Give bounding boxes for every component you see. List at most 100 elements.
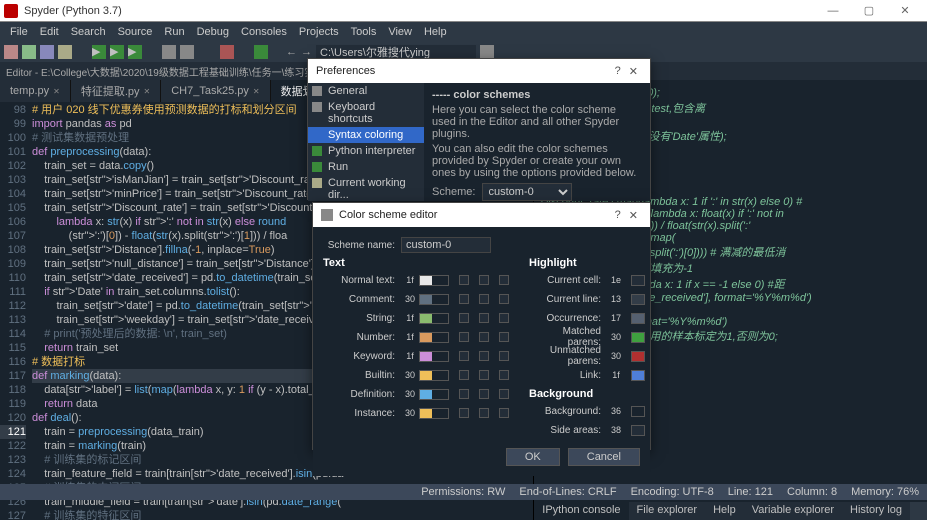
preferences-nav[interactable]: GeneralKeyboard shortcutsSyntax coloring… xyxy=(308,83,424,201)
color-swatch[interactable] xyxy=(419,313,449,324)
menu-consoles[interactable]: Consoles xyxy=(235,26,293,38)
menu-file[interactable]: File xyxy=(4,26,34,38)
style-checkbox[interactable] xyxy=(499,408,509,418)
color-swatch[interactable] xyxy=(419,275,449,286)
style-checkbox[interactable] xyxy=(459,389,469,399)
cancel-button[interactable]: Cancel xyxy=(568,448,640,466)
minimize-button[interactable]: — xyxy=(815,5,851,17)
color-swatch[interactable] xyxy=(419,351,449,362)
style-checkbox[interactable] xyxy=(459,294,469,304)
pref-nav-item[interactable]: General xyxy=(308,83,424,99)
run-icon[interactable]: ▶ xyxy=(92,45,106,59)
style-checkbox[interactable] xyxy=(499,275,509,285)
style-checkbox[interactable] xyxy=(499,294,509,304)
save-icon[interactable] xyxy=(40,45,54,59)
color-swatch[interactable] xyxy=(631,425,645,436)
preferences-dialog: Preferences ? ✕ GeneralKeyboard shortcut… xyxy=(307,58,651,200)
style-checkbox[interactable] xyxy=(499,313,509,323)
run-selection-icon[interactable]: ▶ xyxy=(128,45,142,59)
color-swatch[interactable] xyxy=(419,332,449,343)
new-file-icon[interactable] xyxy=(4,45,18,59)
close-button[interactable]: ✕ xyxy=(887,4,923,17)
scheme-select[interactable]: custom-0 xyxy=(482,183,572,201)
menu-edit[interactable]: Edit xyxy=(34,26,65,38)
menu-debug[interactable]: Debug xyxy=(191,26,235,38)
bottom-tab[interactable]: Help xyxy=(705,502,744,520)
color-swatch[interactable] xyxy=(631,313,645,324)
preferences-close-button[interactable]: ✕ xyxy=(625,65,642,78)
scheme-name-input[interactable] xyxy=(401,237,491,253)
style-checkbox[interactable] xyxy=(479,408,489,418)
tab-close-icon[interactable]: ✕ xyxy=(53,87,60,96)
style-checkbox[interactable] xyxy=(459,313,469,323)
color-swatch[interactable] xyxy=(631,294,645,305)
color-swatch[interactable] xyxy=(419,370,449,381)
color-swatch[interactable] xyxy=(419,408,449,419)
style-checkbox[interactable] xyxy=(479,275,489,285)
editor-tab[interactable]: 特征提取.py✕ xyxy=(71,80,161,102)
style-checkbox[interactable] xyxy=(459,351,469,361)
open-file-icon[interactable] xyxy=(22,45,36,59)
preferences-help-button[interactable]: ? xyxy=(611,65,625,77)
pref-nav-item[interactable]: Syntax coloring xyxy=(308,127,424,143)
style-checkbox[interactable] xyxy=(459,370,469,380)
style-checkbox[interactable] xyxy=(459,275,469,285)
nav-back-icon[interactable]: ← xyxy=(286,46,297,58)
step-icon[interactable] xyxy=(180,45,194,59)
editor-tab[interactable]: CH7_Task25.py✕ xyxy=(161,80,270,102)
menu-projects[interactable]: Projects xyxy=(293,26,345,38)
menu-view[interactable]: View xyxy=(382,26,418,38)
menu-source[interactable]: Source xyxy=(112,26,159,38)
bottom-tab[interactable]: File explorer xyxy=(629,502,706,520)
pref-nav-item[interactable]: Keyboard shortcuts xyxy=(308,99,424,127)
menu-search[interactable]: Search xyxy=(65,26,112,38)
color-swatch[interactable] xyxy=(631,351,645,362)
pref-nav-item[interactable]: Current working dir... xyxy=(308,175,424,201)
color-swatch[interactable] xyxy=(419,389,449,400)
scheme-close-button[interactable]: ✕ xyxy=(625,209,642,222)
style-checkbox[interactable] xyxy=(479,332,489,342)
save-all-icon[interactable] xyxy=(58,45,72,59)
style-checkbox[interactable] xyxy=(479,370,489,380)
pref-nav-item[interactable]: Python interpreter xyxy=(308,143,424,159)
color-swatch[interactable] xyxy=(419,294,449,305)
style-checkbox[interactable] xyxy=(499,389,509,399)
style-checkbox[interactable] xyxy=(459,408,469,418)
editor-tab[interactable]: temp.py✕ xyxy=(0,80,71,102)
color-swatch[interactable] xyxy=(631,275,645,286)
maximize-button[interactable]: ▢ xyxy=(851,4,887,17)
color-swatch[interactable] xyxy=(631,332,645,343)
style-checkbox[interactable] xyxy=(479,313,489,323)
style-checkbox[interactable] xyxy=(499,351,509,361)
bottom-tab[interactable]: IPython console xyxy=(534,502,628,520)
python-icon[interactable] xyxy=(254,45,268,59)
tab-close-icon[interactable]: ✕ xyxy=(253,87,260,96)
menu-help[interactable]: Help xyxy=(418,26,453,38)
style-checkbox[interactable] xyxy=(499,332,509,342)
style-checkbox[interactable] xyxy=(499,370,509,380)
menu-run[interactable]: Run xyxy=(158,26,190,38)
pref-desc2: You can also edit the color schemes prov… xyxy=(432,143,642,179)
ok-button[interactable]: OK xyxy=(506,448,560,466)
style-checkbox[interactable] xyxy=(459,332,469,342)
nav-fwd-icon[interactable]: → xyxy=(301,46,312,58)
prop-label: Keyword: xyxy=(323,351,401,362)
path-input[interactable] xyxy=(316,45,476,59)
style-checkbox[interactable] xyxy=(479,389,489,399)
bottom-tab[interactable]: Variable explorer xyxy=(744,502,842,520)
bottom-tab[interactable]: History log xyxy=(842,502,910,520)
pref-nav-icon xyxy=(312,178,322,188)
run-cell-icon[interactable]: ▶ xyxy=(110,45,124,59)
debug-icon[interactable] xyxy=(162,45,176,59)
stop-icon[interactable] xyxy=(220,45,234,59)
tab-close-icon[interactable]: ✕ xyxy=(144,87,151,96)
style-checkbox[interactable] xyxy=(479,294,489,304)
style-checkbox[interactable] xyxy=(479,351,489,361)
menu-tools[interactable]: Tools xyxy=(345,26,383,38)
folder-icon[interactable] xyxy=(480,45,494,59)
pref-nav-item[interactable]: Run xyxy=(308,159,424,175)
menubar: FileEditSearchSourceRunDebugConsolesProj… xyxy=(0,22,927,42)
color-swatch[interactable] xyxy=(631,406,645,417)
color-swatch[interactable] xyxy=(631,370,645,381)
scheme-help-button[interactable]: ? xyxy=(611,209,625,221)
